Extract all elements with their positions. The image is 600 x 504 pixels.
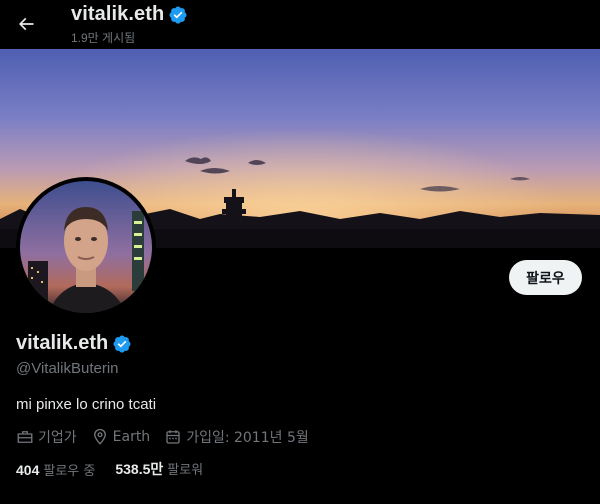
location-text: Earth: [112, 429, 151, 445]
location-pin-icon: [93, 428, 106, 445]
followers-label: 팔로워: [167, 463, 204, 478]
category-text: 기업가: [38, 430, 77, 446]
profile-display-name: vitalik.eth: [16, 332, 109, 354]
profile-bio: mi pinxe lo crino tcati: [16, 396, 157, 413]
top-bar: vitalik.eth 1.9만 게시됨: [0, 0, 600, 49]
following-label: 팔로우 중: [43, 463, 96, 479]
follow-counts: 404 팔로우 중 538.5만 팔로워: [16, 459, 203, 479]
joined-text: 가입일: 2011년 5월: [186, 430, 309, 446]
profile-meta: 기업가 Earth 가입일: 2011년 5월: [16, 427, 309, 447]
calendar-icon: [166, 430, 180, 444]
header-name: vitalik.eth: [71, 3, 165, 25]
briefcase-icon: [17, 431, 33, 443]
followers-number: 538.5만: [115, 461, 164, 477]
followers-count-link[interactable]: 538.5만 팔로워: [115, 459, 203, 479]
arrow-left-icon: [18, 17, 34, 31]
profile-name-row: vitalik.eth: [16, 332, 132, 355]
avatar[interactable]: [16, 177, 156, 317]
back-button[interactable]: [10, 8, 42, 40]
profile-handle: @VitalikButerin: [16, 360, 119, 377]
verified-badge-icon[interactable]: [112, 334, 132, 354]
joined-item: 가입일: 2011년 5월: [164, 427, 309, 447]
header-posts-count: 1.9만 게시됨: [71, 31, 136, 45]
header-title-row: vitalik.eth: [71, 3, 188, 26]
avatar-image: [20, 181, 152, 313]
verified-badge-icon: [169, 5, 187, 24]
follow-button[interactable]: 팔로우: [509, 260, 582, 295]
following-number: 404: [16, 461, 40, 478]
following-count-link[interactable]: 404 팔로우 중: [16, 460, 95, 479]
category-item: 기업가: [16, 427, 77, 447]
location-item: Earth: [91, 428, 151, 446]
